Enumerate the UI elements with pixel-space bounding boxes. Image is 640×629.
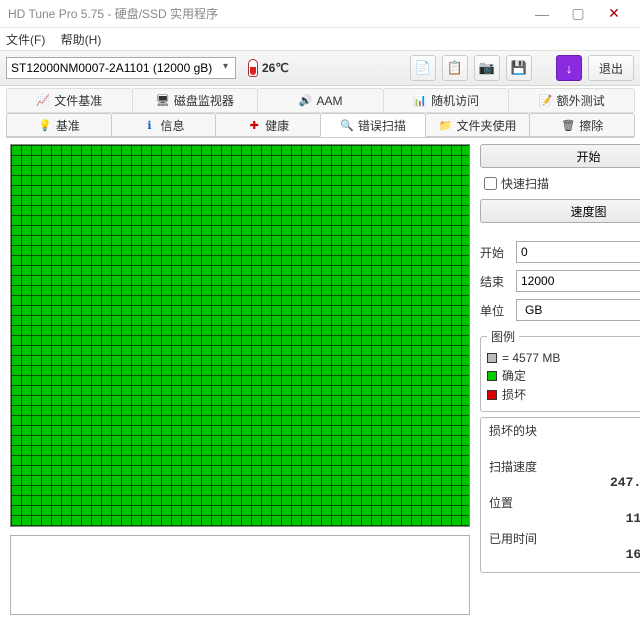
tab-erase[interactable]: 🗑擦除 xyxy=(529,113,635,137)
tab-random-access[interactable]: 📊随机访问 xyxy=(383,88,510,112)
end-label: 结束 xyxy=(480,273,510,290)
file-icon: 📈 xyxy=(36,94,50,108)
legend-damaged-icon xyxy=(487,390,497,400)
legend-damaged: 损坏 xyxy=(502,386,526,403)
tab-row-upper: 📈文件基准 🖥磁盘监视器 🔊AAM 📊随机访问 📝额外测试 xyxy=(6,88,634,113)
info-icon: ℹ xyxy=(143,118,157,132)
legend-block-size: = 4577 MB xyxy=(502,351,560,365)
stat-elapsed-label: 已用时间 xyxy=(489,530,640,547)
toolbar: 26℃ 📄 📋 📷 💾 ↓ 退出 xyxy=(0,50,640,86)
tab-file-benchmark[interactable]: 📈文件基准 xyxy=(6,88,133,112)
stat-damaged-label: 损坏的块 xyxy=(489,422,640,439)
tab-extra-tests[interactable]: 📝额外测试 xyxy=(508,88,635,112)
unit-select[interactable]: GB xyxy=(516,299,640,321)
scan-grid xyxy=(10,144,470,527)
menu-help[interactable]: 帮助(H) xyxy=(61,33,102,47)
tab-health[interactable]: ✚健康 xyxy=(215,113,321,137)
quick-scan-checkbox[interactable]: 快速扫描 xyxy=(480,173,640,194)
legend-ok-icon xyxy=(487,371,497,381)
quick-scan-label: 快速扫描 xyxy=(501,175,549,192)
drive-select[interactable] xyxy=(6,57,236,79)
legend-title: 图例 xyxy=(487,328,519,345)
close-button[interactable]: ✕ xyxy=(596,5,632,22)
stat-elapsed-value: 16:53:58 xyxy=(489,547,640,562)
stat-speed-value: 247.3 MB/s xyxy=(489,475,640,490)
tab-folder-usage[interactable]: 📁文件夹使用 xyxy=(425,113,531,137)
legend-block-icon xyxy=(487,353,497,363)
refresh-button[interactable]: ↓ xyxy=(556,55,582,81)
benchmark-icon: 💡 xyxy=(38,118,52,132)
tab-error-scan[interactable]: 🔍错误扫描 xyxy=(320,113,426,137)
title-bar: HD Tune Pro 5.75 - 硬盘/SSD 实用程序 — ▢ ✕ xyxy=(0,0,640,28)
speed-map-button[interactable]: 速度图 xyxy=(480,199,640,223)
temperature-value: 26℃ xyxy=(262,61,289,75)
stat-position-value: 11995 gB xyxy=(489,511,640,526)
maximize-button[interactable]: ▢ xyxy=(560,5,596,22)
copy-text-button[interactable]: 📄 xyxy=(410,55,436,81)
window-title: HD Tune Pro 5.75 - 硬盘/SSD 实用程序 xyxy=(8,5,524,22)
temperature-display: 26℃ xyxy=(248,59,289,77)
monitor-icon: 🖥 xyxy=(156,94,170,108)
menu-file[interactable]: 文件(F) xyxy=(6,33,45,47)
start-value-input[interactable] xyxy=(516,241,640,263)
start-label: 开始 xyxy=(480,244,510,261)
tab-disk-monitor[interactable]: 🖥磁盘监视器 xyxy=(132,88,259,112)
quick-scan-input[interactable] xyxy=(484,177,497,190)
stat-speed-label: 扫描速度 xyxy=(489,458,640,475)
tab-row-lower: 💡基准 ℹ信息 ✚健康 🔍错误扫描 📁文件夹使用 🗑擦除 xyxy=(6,113,634,138)
folder-icon: 📁 xyxy=(439,118,453,132)
tab-aam[interactable]: 🔊AAM xyxy=(257,88,384,112)
unit-label: 单位 xyxy=(480,302,510,319)
stat-damaged-value: 0.0 % xyxy=(489,439,640,454)
save-button[interactable]: 💾 xyxy=(506,55,532,81)
magnifier-icon: 🔍 xyxy=(340,118,354,132)
minimize-button[interactable]: — xyxy=(524,6,560,22)
menu-bar: 文件(F) 帮助(H) xyxy=(0,28,640,50)
screenshot-button[interactable]: 📷 xyxy=(474,55,500,81)
tab-benchmark[interactable]: 💡基准 xyxy=(6,113,112,137)
exit-button[interactable]: 退出 xyxy=(588,55,634,81)
health-icon: ✚ xyxy=(247,118,261,132)
stats-box: 损坏的块 0.0 % 扫描速度 247.3 MB/s 位置 11995 gB 已… xyxy=(480,417,640,573)
legend-fieldset: 图例 = 4577 MB 确定 损坏 xyxy=(480,328,640,412)
extra-icon: 📝 xyxy=(539,94,553,108)
detail-textbox xyxy=(10,535,470,615)
trash-icon: 🗑 xyxy=(561,118,575,132)
start-scan-button[interactable]: 开始 xyxy=(480,144,640,168)
speaker-icon: 🔊 xyxy=(298,94,312,108)
end-value-input[interactable] xyxy=(516,270,640,292)
side-panel: 开始 快速扫描 速度图 开始 ▲▼ 结束 ▲▼ xyxy=(480,144,640,615)
copy-image-button[interactable]: 📋 xyxy=(442,55,468,81)
thermometer-icon xyxy=(248,59,258,77)
random-icon: 📊 xyxy=(413,94,427,108)
stat-position-label: 位置 xyxy=(489,494,640,511)
tab-info[interactable]: ℹ信息 xyxy=(111,113,217,137)
legend-ok: 确定 xyxy=(502,367,526,384)
